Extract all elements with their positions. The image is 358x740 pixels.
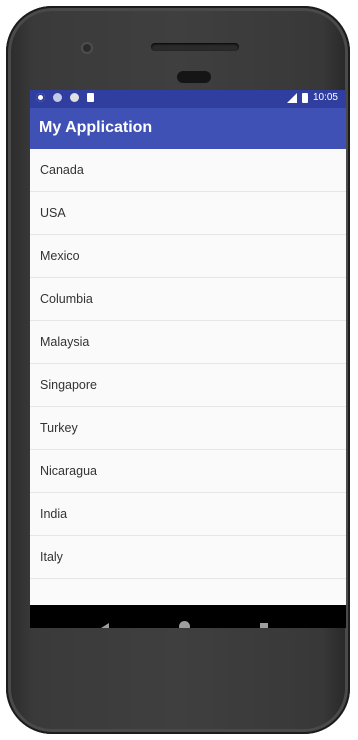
status-bar-left [36,93,94,102]
list-item[interactable]: Italy [30,536,346,579]
list-item[interactable]: Columbia [30,278,346,321]
list-item-label: India [40,507,68,521]
list-item[interactable]: Turkey [30,407,346,450]
list-item-label: Mexico [40,249,80,263]
home-icon[interactable] [179,621,190,628]
app-title: My Application [39,119,153,136]
navigation-bar [30,605,346,628]
list-item-label: Columbia [40,292,93,306]
status-bar: 10:05 [30,90,346,108]
signal-icon [286,92,297,103]
status-time: 10:05 [312,92,338,103]
earpiece-speaker [151,43,239,51]
list-item-label: Turkey [40,421,78,435]
list-item[interactable]: USA [30,192,346,235]
list-item-label: Malaysia [40,335,90,349]
settings-icon [36,93,45,102]
screen: 10:05 My Application Canada USA Mexico C… [30,90,346,628]
wifi-icon [53,93,62,102]
list-item[interactable]: India [30,493,346,536]
back-icon[interactable] [101,623,109,628]
battery-icon [301,92,308,103]
front-camera [83,44,91,52]
app-bar: My Application [30,108,346,149]
list-item[interactable]: Canada [30,149,346,192]
circle-icon [70,93,79,102]
list-item-label: Canada [40,163,84,177]
recents-icon[interactable] [260,623,268,628]
sd-card-icon [87,93,94,102]
list-item-label: Italy [40,550,63,564]
list-item-label: USA [40,206,66,220]
list-item-label: Nicaragua [40,464,97,478]
proximity-sensor [177,71,211,83]
list-item[interactable]: Nicaragua [30,450,346,493]
list-item[interactable]: Singapore [30,364,346,407]
list-item-label: Singapore [40,378,97,392]
list-item[interactable]: Mexico [30,235,346,278]
country-list[interactable]: Canada USA Mexico Columbia Malaysia Sing… [30,149,346,605]
list-item[interactable]: Malaysia [30,321,346,364]
status-bar-right: 10:05 [286,92,338,103]
